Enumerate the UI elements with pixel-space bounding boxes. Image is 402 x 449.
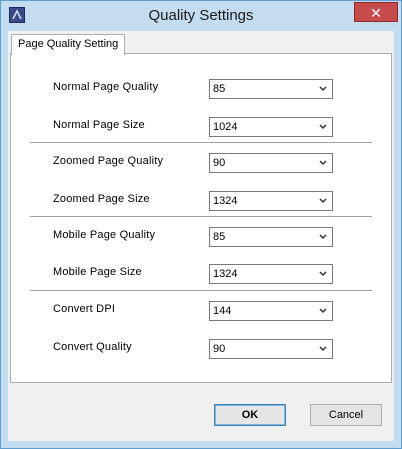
ok-button[interactable]: OK: [214, 404, 286, 426]
dialog-client-area: Page Quality Setting Normal Page Quality…: [8, 31, 394, 441]
close-icon: ✕: [370, 5, 382, 21]
separator: [30, 290, 372, 292]
chevron-down-icon: [319, 346, 327, 352]
chevron-down-icon: [319, 160, 327, 166]
mobile-page-size-select[interactable]: 1324: [209, 264, 333, 284]
mobile-page-quality-label: Mobile Page Quality: [53, 229, 156, 241]
select-value: 1324: [213, 268, 238, 280]
select-value: 1024: [213, 121, 238, 133]
zoomed-page-size-select[interactable]: 1324: [209, 191, 333, 211]
select-value: 144: [213, 305, 232, 317]
tab-page-quality-setting[interactable]: Page Quality Setting: [11, 34, 126, 55]
zoomed-page-size-label: Zoomed Page Size: [53, 193, 150, 205]
chevron-down-icon: [319, 124, 327, 130]
convert-dpi-label: Convert DPI: [53, 303, 116, 315]
select-value: 90: [213, 343, 226, 355]
select-value: 90: [213, 157, 226, 169]
select-value: 1324: [213, 195, 238, 207]
select-value: 85: [213, 83, 226, 95]
zoomed-page-quality-label: Zoomed Page Quality: [53, 155, 164, 167]
tab-panel: Normal Page Quality 85 Normal Page Size …: [10, 53, 392, 383]
window-title: Quality Settings: [148, 7, 254, 24]
chevron-down-icon: [319, 271, 327, 277]
close-button[interactable]: ✕: [354, 2, 398, 22]
normal-page-quality-select[interactable]: 85: [209, 79, 333, 99]
convert-quality-select[interactable]: 90: [209, 339, 333, 359]
select-value: 85: [213, 231, 226, 243]
title-bar[interactable]: Quality Settings ✕: [1, 1, 401, 31]
mobile-page-size-label: Mobile Page Size: [53, 266, 142, 278]
separator: [30, 216, 372, 218]
normal-page-size-select[interactable]: 1024: [209, 117, 333, 137]
chevron-down-icon: [319, 234, 327, 240]
normal-page-quality-label: Normal Page Quality: [53, 81, 159, 93]
convert-quality-label: Convert Quality: [53, 341, 132, 353]
chevron-down-icon: [319, 86, 327, 92]
separator: [30, 142, 372, 144]
dialog-window: Quality Settings ✕ Page Quality Setting …: [0, 0, 402, 449]
chevron-down-icon: [319, 308, 327, 314]
convert-dpi-select[interactable]: 144: [209, 301, 333, 321]
chevron-down-icon: [319, 198, 327, 204]
normal-page-size-label: Normal Page Size: [53, 119, 145, 131]
cancel-button[interactable]: Cancel: [310, 404, 382, 426]
zoomed-page-quality-select[interactable]: 90: [209, 153, 333, 173]
mobile-page-quality-select[interactable]: 85: [209, 227, 333, 247]
